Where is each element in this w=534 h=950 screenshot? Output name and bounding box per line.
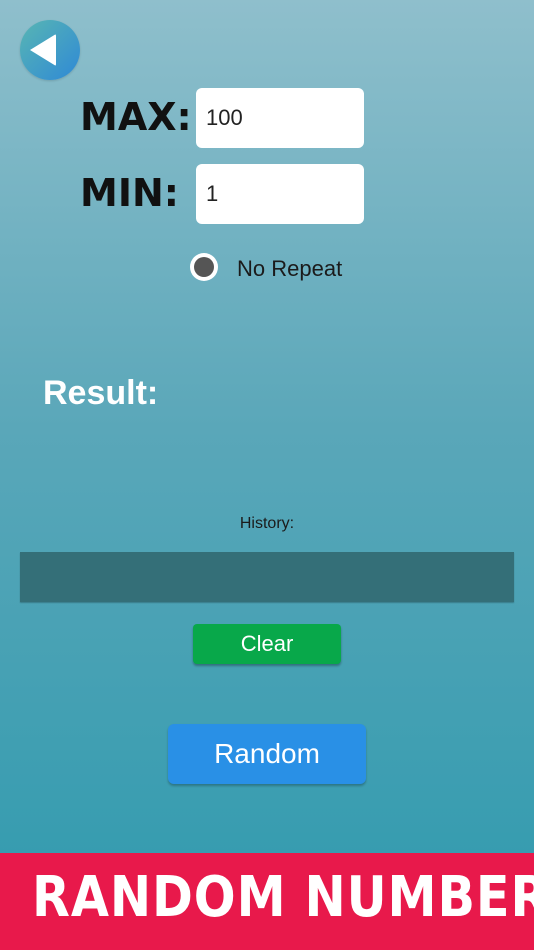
random-button[interactable]: Random <box>168 724 366 784</box>
no-repeat-label[interactable]: No Repeat <box>237 256 342 282</box>
max-label: MAX: <box>80 95 192 139</box>
max-input[interactable] <box>196 88 364 148</box>
clear-button[interactable]: Clear <box>193 624 341 664</box>
banner-title: RANDOM NUMBER <box>32 865 534 930</box>
result-label: Result: <box>43 374 159 412</box>
title-banner: RANDOM NUMBER <box>0 853 534 950</box>
radio-selected-dot <box>194 257 214 277</box>
back-arrow-icon <box>30 34 56 66</box>
min-input[interactable] <box>196 164 364 224</box>
min-label: MIN: <box>80 171 179 215</box>
no-repeat-radio[interactable] <box>190 253 218 281</box>
history-list <box>20 552 514 602</box>
history-label: History: <box>239 515 295 532</box>
back-button[interactable] <box>20 20 80 80</box>
